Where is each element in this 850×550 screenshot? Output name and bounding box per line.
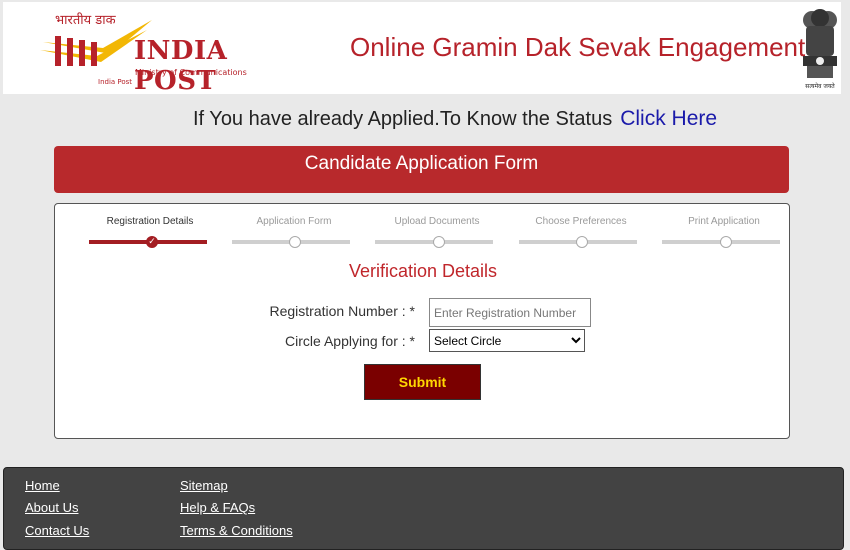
footer-link-home[interactable]: Home — [25, 478, 60, 493]
submit-button[interactable]: Submit — [364, 364, 481, 400]
logo-subtitle: Ministry of Communications — [135, 68, 247, 77]
circle-select[interactable]: Select Circle — [429, 329, 585, 352]
checkmark-icon: ✓ — [146, 236, 158, 248]
step-label-print-application[interactable]: Print Application — [665, 216, 783, 227]
site-footer: Home About Us Contact Us Sitemap Help & … — [3, 467, 844, 550]
ashoka-emblem-icon — [803, 9, 837, 78]
step-label-upload-documents[interactable]: Upload Documents — [378, 216, 496, 227]
step-dot-icon — [289, 236, 301, 248]
footer-link-about-us[interactable]: About Us — [25, 500, 78, 515]
footer-link-contact-us[interactable]: Contact Us — [25, 523, 89, 538]
registration-number-input[interactable] — [429, 298, 591, 327]
footer-link-terms[interactable]: Terms & Conditions — [180, 523, 293, 538]
check-status-link[interactable]: Click Here — [620, 107, 717, 130]
national-emblem: सत्यमेव जयते — [798, 6, 842, 92]
registration-number-label: Registration Number : * — [269, 303, 415, 319]
site-header: भारतीय डाक INDIA POST Ministry of Commun… — [3, 2, 842, 96]
circle-label: Circle Applying for : * — [285, 333, 415, 349]
emblem-motto: सत्यमेव जयते — [805, 83, 835, 90]
status-prompt: If You have already Applied.To Know the … — [193, 107, 717, 131]
logo-title: INDIA POST — [134, 36, 228, 96]
footer-link-sitemap[interactable]: Sitemap — [180, 478, 228, 493]
step-label-application-form[interactable]: Application Form — [235, 216, 353, 227]
footer-link-help-faqs[interactable]: Help & FAQs — [180, 500, 255, 515]
step-label-choose-preferences[interactable]: Choose Preferences — [522, 216, 640, 227]
step-label-registration-details[interactable]: Registration Details — [91, 216, 209, 227]
logo-small-text: India Post — [98, 78, 133, 86]
step-dot-icon — [576, 236, 588, 248]
status-question: If You have already Applied.To Know the … — [193, 108, 613, 130]
step-dot-icon — [720, 236, 732, 248]
india-post-logo[interactable]: भारतीय डाक INDIA POST Ministry of Commun… — [37, 10, 287, 96]
step-dot-icon — [433, 236, 445, 248]
verification-title: Verification Details — [348, 261, 498, 281]
form-title-banner: Candidate Application Form — [54, 146, 789, 193]
application-form-panel: Registration Details Application Form Up… — [54, 203, 790, 439]
site-title: Online Gramin Dak Sevak Engagement — [350, 32, 806, 62]
